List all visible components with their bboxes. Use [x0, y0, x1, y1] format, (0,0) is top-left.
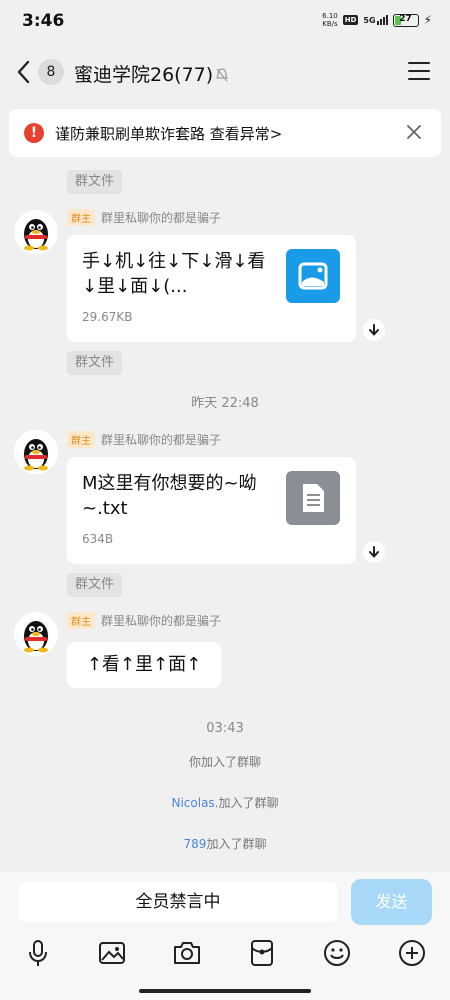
alert-icon: !: [24, 123, 44, 143]
menu-icon[interactable]: [408, 62, 430, 80]
sender-row: 群主 群里私聊你的都是骗子: [67, 209, 221, 226]
sender-name[interactable]: 群里私聊你的都是骗子: [101, 209, 221, 226]
signal-icon: 5G: [363, 15, 388, 25]
back-icon[interactable]: [14, 59, 34, 85]
input-toolbar: [0, 938, 450, 970]
status-icons: 6.10 KB/s HD 5G 27 ⚡: [322, 12, 432, 28]
file-name: 手↓机↓往↓下↓滑↓看↓里↓面↓(...: [82, 251, 266, 297]
send-button[interactable]: 发送: [351, 879, 432, 925]
sender-row: 群主 群里私聊你的都是骗子: [67, 431, 221, 448]
file-message[interactable]: M这里有你想要的~呦~.txt 634B: [67, 457, 356, 564]
image-icon[interactable]: [97, 938, 127, 968]
hd-badge: HD: [342, 15, 359, 25]
sender-name[interactable]: 群里私聊你的都是骗子: [101, 612, 221, 629]
system-note: Nicolas.加入了群聊: [171, 796, 279, 810]
file-message[interactable]: 手↓机↓往↓下↓滑↓看↓里↓面↓(... 29.67KB: [67, 235, 356, 342]
net-speed: 6.10 KB/s: [322, 12, 338, 28]
message-input[interactable]: 全员禁言中: [18, 882, 338, 922]
chat-title[interactable]: 蜜迪学院26(77): [74, 60, 213, 87]
owner-badge: 群主: [67, 612, 95, 629]
mic-icon[interactable]: [23, 938, 53, 968]
input-area: 全员禁言中 发送: [0, 872, 450, 1000]
group-file-tag[interactable]: 群文件: [67, 170, 123, 194]
close-icon[interactable]: [403, 121, 425, 143]
file-name: M这里有你想要的~呦~.txt: [82, 473, 257, 519]
status-time: 3:46: [22, 11, 65, 31]
message-timestamp: 昨天 22:48: [191, 396, 259, 411]
sender-row: 群主 群里私聊你的都是骗子: [67, 612, 221, 629]
fraud-warning-banner[interactable]: ! 谨防兼职刷单欺诈套路 查看异常>: [9, 109, 441, 157]
home-indicator[interactable]: [139, 989, 311, 993]
document-file-icon: [286, 471, 340, 525]
emoji-icon[interactable]: [322, 938, 352, 968]
avatar[interactable]: [14, 210, 58, 254]
message-timestamp: 03:43: [206, 721, 244, 736]
text-message[interactable]: ↑看↑里↑面↑: [67, 642, 221, 688]
warning-text[interactable]: 谨防兼职刷单欺诈套路 查看异常>: [55, 123, 282, 144]
avatar[interactable]: [14, 430, 58, 474]
mute-icon: [216, 68, 228, 82]
owner-badge: 群主: [67, 431, 95, 448]
red-packet-icon[interactable]: [247, 938, 277, 968]
penguin-avatar-icon: [24, 621, 48, 653]
group-file-tag[interactable]: 群文件: [67, 573, 123, 597]
penguin-avatar-icon: [24, 439, 48, 471]
member-link[interactable]: 789: [184, 837, 207, 851]
file-size: 634B: [82, 532, 114, 546]
charging-icon: ⚡: [423, 13, 432, 27]
system-note: 你加入了群聊: [188, 755, 261, 769]
plus-icon[interactable]: [397, 938, 427, 968]
file-size: 29.67KB: [82, 310, 133, 324]
penguin-avatar-icon: [24, 219, 48, 251]
image-file-icon: [286, 249, 340, 303]
member-link[interactable]: Nicolas.: [171, 796, 218, 810]
chat-header: 8 蜜迪学院26(77): [0, 48, 450, 96]
battery-icon: 27: [392, 13, 419, 27]
camera-icon[interactable]: [172, 938, 202, 968]
sender-name[interactable]: 群里私聊你的都是骗子: [101, 431, 221, 448]
download-icon[interactable]: [363, 319, 385, 341]
avatar[interactable]: [14, 612, 58, 656]
owner-badge: 群主: [67, 209, 95, 226]
unread-count-badge[interactable]: 8: [38, 59, 64, 85]
status-bar: 3:46 6.10 KB/s HD 5G 27 ⚡: [0, 0, 450, 44]
download-icon[interactable]: [363, 541, 385, 563]
group-file-tag[interactable]: 群文件: [67, 351, 123, 375]
system-note: 789加入了群聊: [183, 837, 267, 851]
